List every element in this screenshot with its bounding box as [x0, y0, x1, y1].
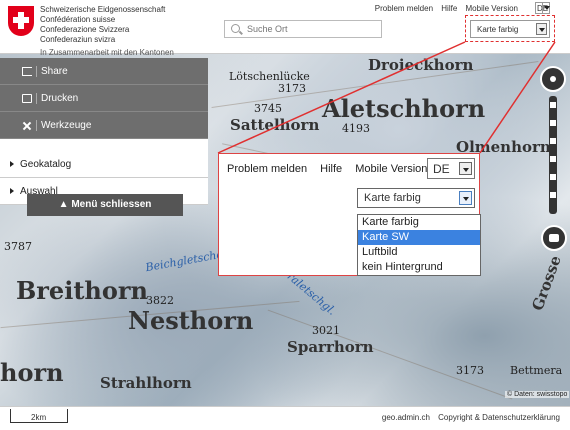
- scale-bar: 2km: [10, 409, 68, 423]
- help-link[interactable]: Hilfe: [441, 4, 457, 13]
- map-label: horn: [0, 358, 64, 387]
- help-link[interactable]: Hilfe: [320, 163, 342, 175]
- header: Schweizerische Eidgenossenschaft Confédé…: [0, 0, 570, 57]
- compass-icon[interactable]: [540, 66, 566, 92]
- share-icon: [22, 67, 32, 76]
- zoomed-detail-panel: Problem melden Hilfe Mobile Version DE K…: [218, 153, 481, 276]
- switzerland-extent-icon[interactable]: [541, 225, 567, 251]
- data-credit: © Daten: swisstopo: [505, 391, 570, 398]
- search-icon: [231, 24, 240, 33]
- tools-button[interactable]: Werkzeuge: [0, 112, 208, 139]
- option-karte-farbig[interactable]: Karte farbig: [358, 215, 480, 230]
- background-options-list: Karte farbig Karte SW Luftbild kein Hint…: [357, 214, 481, 276]
- map-label: 3021: [312, 324, 340, 337]
- map-label: 4193: [342, 122, 370, 135]
- map-label: 3173: [456, 364, 484, 377]
- tools-icon: [22, 121, 32, 130]
- map-label: 3787: [4, 240, 32, 253]
- problem-report-link[interactable]: Problem melden: [227, 163, 307, 175]
- mobile-version-link[interactable]: Mobile Version: [466, 4, 518, 13]
- zoom-slider[interactable]: [549, 96, 557, 214]
- map-label: Beichgletscher: [144, 246, 230, 275]
- map-label: Breithorn: [16, 276, 148, 305]
- copyright-link[interactable]: Copyright & Datenschutzerklärung: [438, 413, 560, 422]
- chevron-down-icon: [542, 2, 550, 14]
- map-label: 3173: [278, 82, 306, 95]
- chevron-down-icon: [459, 191, 472, 205]
- language-select[interactable]: DE: [427, 158, 475, 179]
- search-box[interactable]: [224, 20, 382, 38]
- map-label: Nesthorn: [128, 306, 254, 335]
- problem-report-link[interactable]: Problem melden: [375, 4, 433, 13]
- map-label: Strahlhorn: [100, 374, 192, 392]
- background-select[interactable]: Karte farbig: [357, 188, 475, 208]
- search-input[interactable]: [247, 22, 377, 36]
- footer-links: geo.admin.ch Copyright & Datenschutzerkl…: [376, 413, 560, 422]
- map-label: 3745: [254, 102, 282, 115]
- zoomed-top-links: Problem melden Hilfe Mobile Version: [227, 163, 437, 175]
- background-select[interactable]: Karte farbig: [470, 20, 550, 38]
- geo-admin-link[interactable]: geo.admin.ch: [382, 413, 430, 422]
- chevron-down-icon: [536, 23, 547, 35]
- option-luftbild[interactable]: Luftbild: [358, 245, 480, 260]
- option-karte-sw[interactable]: Karte SW: [358, 230, 480, 245]
- map-label: Aletschhorn: [322, 94, 486, 123]
- map-label: Sattelhorn: [230, 116, 320, 134]
- top-links: Problem melden Hilfe Mobile Version: [369, 4, 518, 13]
- option-kein-hintergrund[interactable]: kein Hintergrund: [358, 260, 480, 275]
- print-icon: [22, 94, 32, 103]
- confederation-text: Schweizerische Eidgenossenschaft Confédé…: [40, 5, 174, 57]
- geocatalog-section[interactable]: Geokatalog: [0, 151, 208, 178]
- swiss-cross-logo: [8, 6, 34, 36]
- print-button[interactable]: Drucken: [0, 85, 208, 112]
- chevron-down-icon: [459, 162, 472, 175]
- map-label: Droieckhorn: [368, 56, 474, 74]
- close-menu-button[interactable]: ▲ Menü schliessen: [27, 194, 183, 216]
- map-label: Sparrhorn: [287, 338, 374, 356]
- language-select[interactable]: DE: [535, 2, 550, 14]
- map-label: Grosse: [528, 253, 565, 313]
- footer: 2km geo.admin.ch Copyright & Datenschutz…: [0, 406, 570, 430]
- sidebar: Share Drucken Werkzeuge Geokatalog Auswa…: [0, 58, 208, 205]
- mobile-version-link[interactable]: Mobile Version: [355, 163, 427, 175]
- share-button[interactable]: Share: [0, 58, 208, 85]
- map-label: Bettmera: [510, 364, 563, 377]
